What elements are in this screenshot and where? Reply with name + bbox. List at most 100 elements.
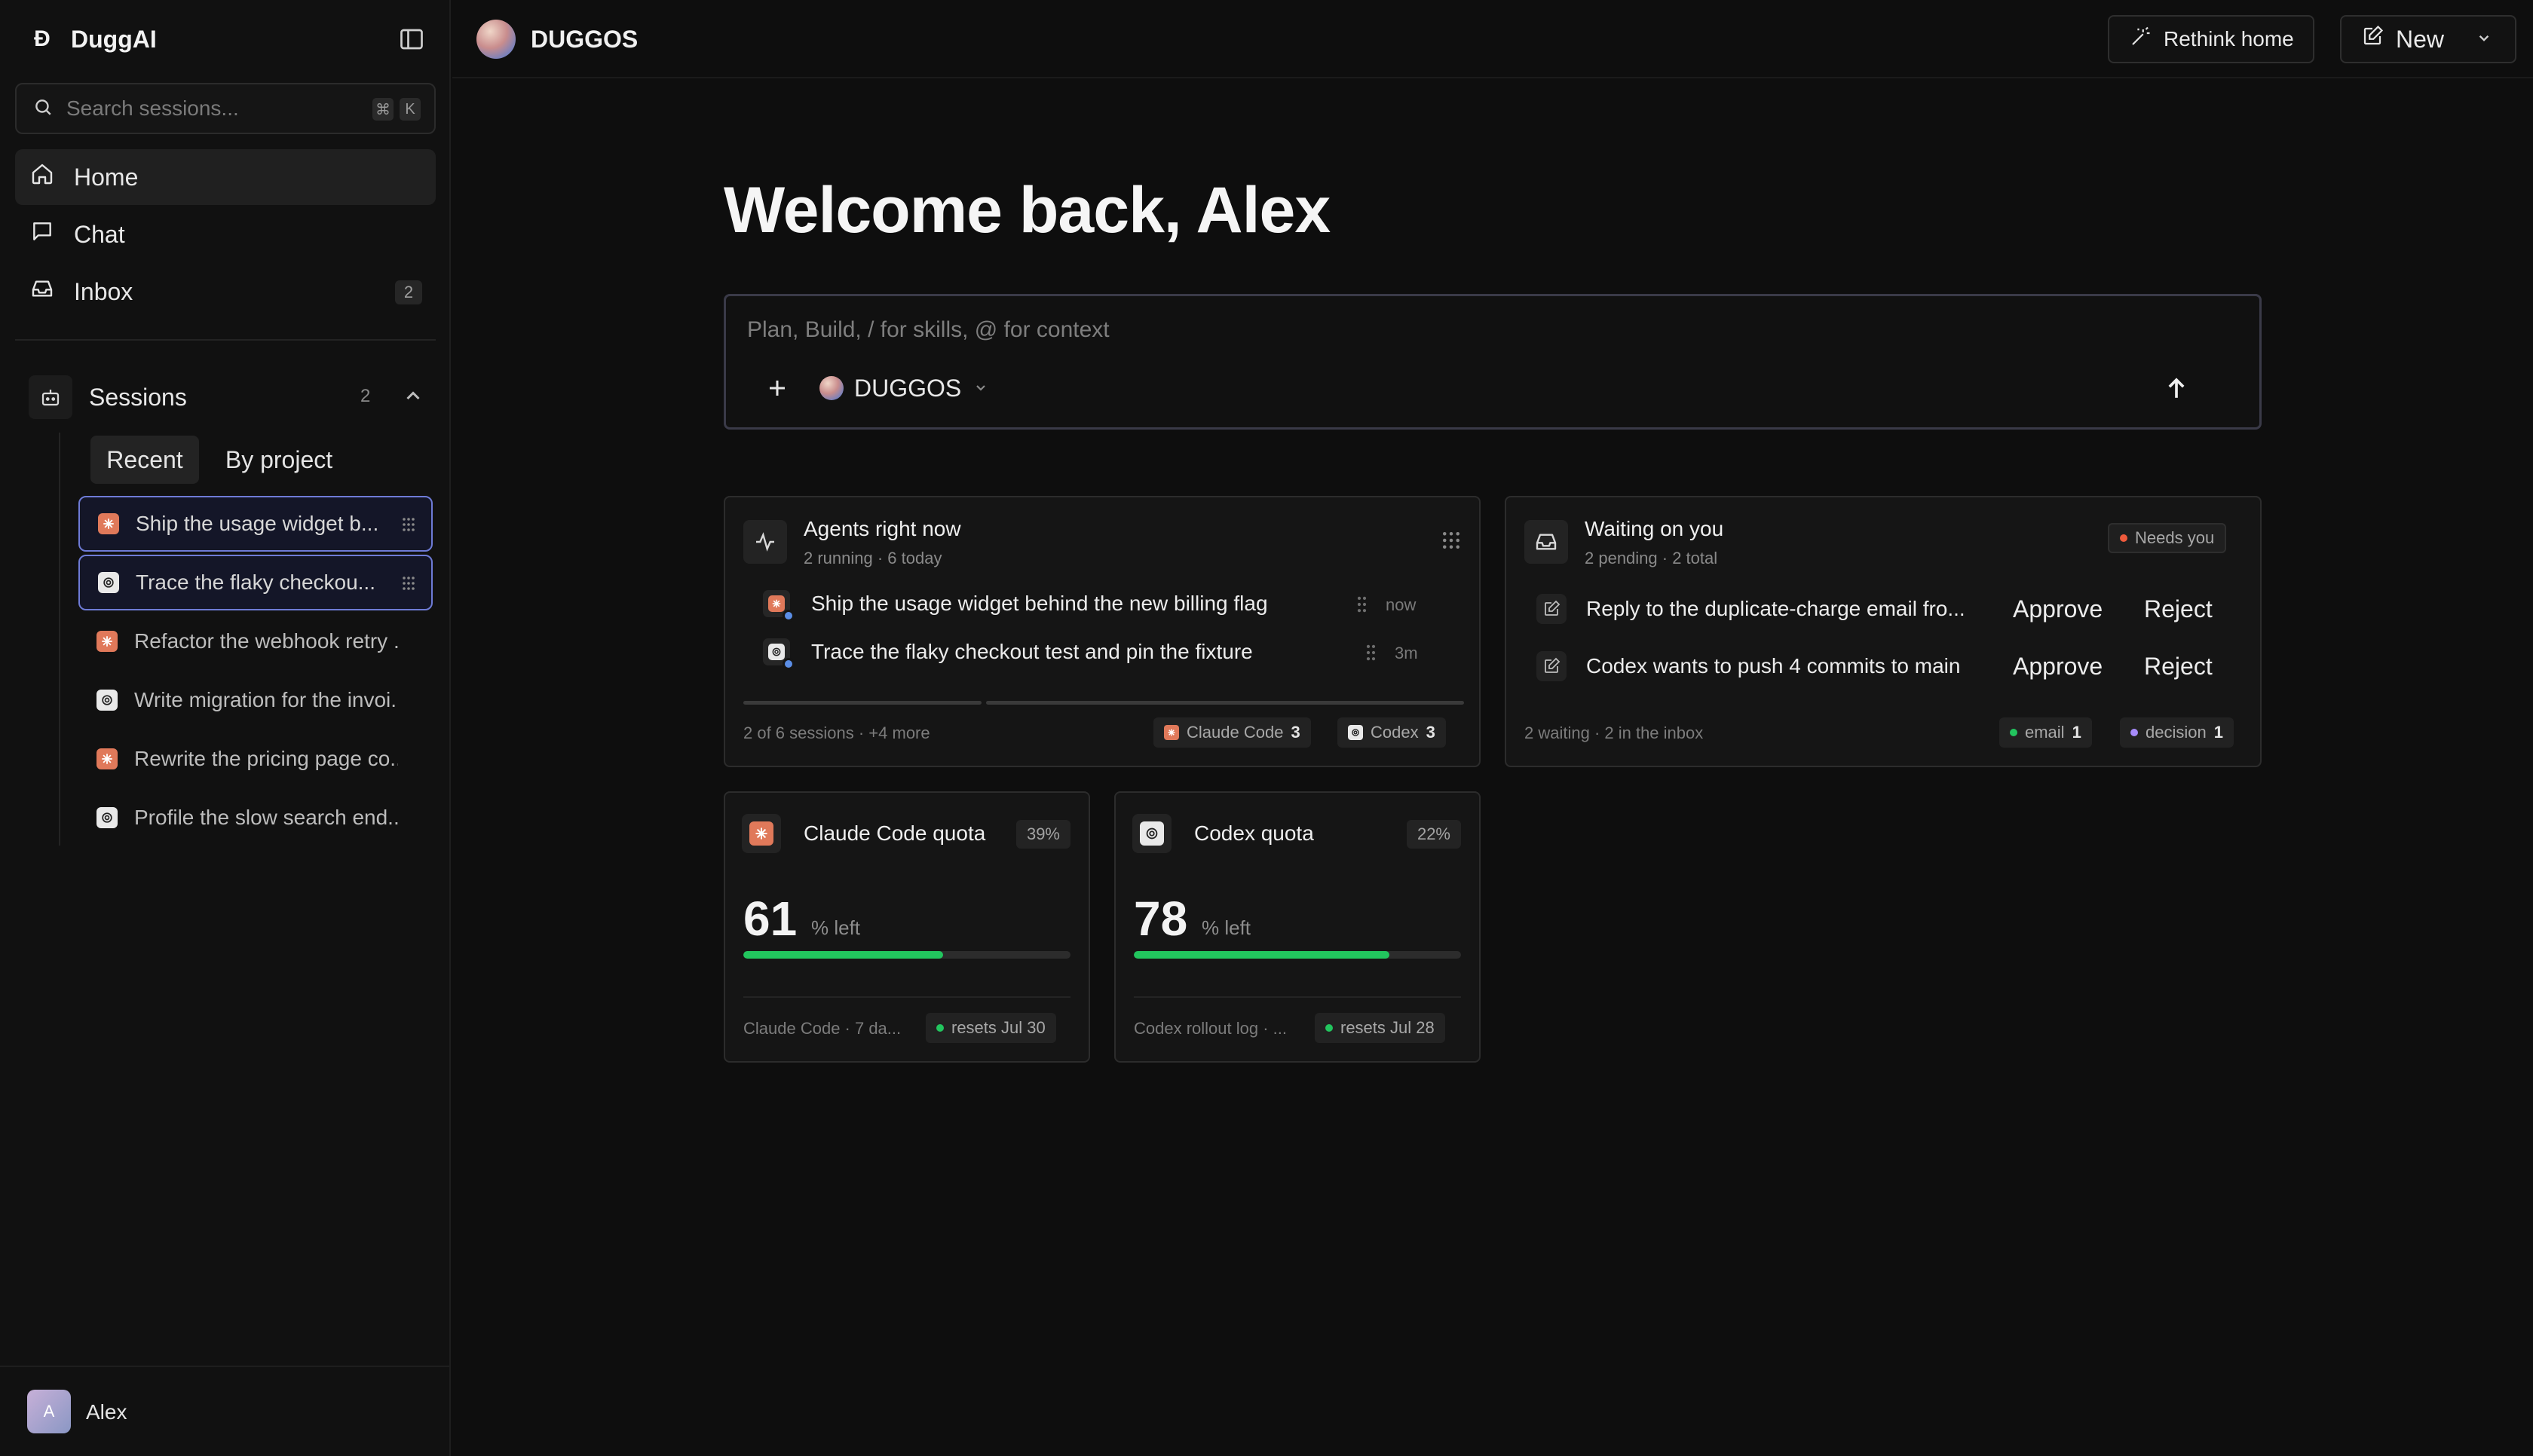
sessions-progress-segment: [743, 701, 982, 705]
approve-button[interactable]: Approve: [2013, 595, 2103, 623]
agent-time: now: [1386, 595, 1417, 614]
sessions-label: Sessions: [89, 383, 187, 411]
agent-row[interactable]: Ship the usage widget behind the new bil…: [763, 585, 1472, 622]
session-label: Profile the slow search end...: [134, 806, 398, 829]
chip-label: decision: [2146, 723, 2207, 742]
codex-quota-card: Codex quota 22% 78 % left Codex rollout …: [1114, 791, 1481, 1063]
reset-label: resets Jul 28: [1340, 1018, 1435, 1037]
running-status-dot: [783, 658, 795, 670]
nav-home[interactable]: Home: [15, 149, 436, 205]
composer[interactable]: DUGGOS: [724, 294, 2262, 430]
agents-footer: 2 of 6 sessions · +4 more: [743, 723, 930, 742]
quota-unit: % left: [1202, 916, 1251, 939]
claude-code-icon: [98, 513, 119, 534]
drag-handle-icon[interactable]: [400, 515, 418, 537]
reset-dot: [936, 1024, 944, 1032]
chevron-down-icon: [972, 375, 990, 402]
new-button[interactable]: New: [2340, 15, 2516, 63]
drag-handle-icon[interactable]: [1354, 594, 1375, 619]
workspace-avatar: [819, 376, 844, 400]
sidebar: Ɖ DuggAI ⌘ K Home Chat Inbox 2: [0, 0, 451, 1456]
quota-footer: Claude Code · 7 da...: [743, 1019, 902, 1038]
send-arrow-icon[interactable]: [2160, 372, 2193, 405]
claude-code-chip[interactable]: Claude Code 3: [1153, 717, 1311, 748]
alert-dot: [2120, 534, 2127, 542]
pending-item-text: Reply to the duplicate-charge email fro.…: [1586, 597, 1965, 620]
session-item[interactable]: Refactor the webhook retry ...: [78, 613, 433, 669]
session-item[interactable]: Write migration for the invoi...: [78, 672, 433, 728]
grid-handle-icon[interactable]: [1440, 529, 1463, 555]
topbar: DUGGOS Rethink home New: [452, 0, 2533, 78]
needs-you-badge: Needs you: [2108, 523, 2227, 553]
codex-icon: [1348, 725, 1363, 740]
session-item[interactable]: Profile the slow search end...: [78, 790, 433, 846]
session-label: Trace the flaky checkou...: [136, 570, 375, 594]
quota-left-value: 78: [1134, 892, 1188, 946]
brand[interactable]: Ɖ DuggAI: [30, 23, 157, 56]
sidebar-toggle-icon[interactable]: [398, 26, 425, 53]
rethink-home-button[interactable]: Rethink home: [2108, 15, 2314, 63]
claude-code-icon: [1164, 725, 1179, 740]
quota-title: Claude Code quota: [804, 821, 986, 845]
workspace-selector[interactable]: DUGGOS: [819, 373, 990, 403]
waiting-title: Waiting on you: [1585, 517, 1724, 540]
reject-button[interactable]: Reject: [2144, 595, 2213, 623]
quota-left-value: 61: [743, 892, 798, 946]
add-attachment-icon[interactable]: [762, 373, 792, 403]
codex-icon: [98, 572, 119, 593]
inbox-icon: [1524, 520, 1568, 564]
chevron-up-icon[interactable]: [400, 383, 427, 410]
workspace-avatar[interactable]: [476, 20, 516, 59]
quota-used-badge: 39%: [1015, 820, 1070, 849]
drag-handle-icon[interactable]: [1363, 642, 1384, 667]
tab-recent[interactable]: Recent: [90, 436, 199, 484]
session-label: Rewrite the pricing page co...: [134, 747, 398, 770]
search-icon: [33, 97, 53, 121]
session-item[interactable]: Trace the flaky checkou...: [78, 555, 433, 610]
approve-button[interactable]: Approve: [2013, 653, 2103, 681]
decision-dot: [2130, 729, 2138, 736]
reject-button[interactable]: Reject: [2144, 653, 2213, 681]
codex-icon: [1132, 814, 1172, 853]
inbox-count-badge: 2: [395, 280, 422, 304]
prompt-input[interactable]: [747, 317, 2179, 343]
avatar: A: [27, 1390, 71, 1433]
agent-task: Trace the flaky checkout test and pin th…: [811, 640, 1253, 663]
reset-label: resets Jul 30: [951, 1018, 1046, 1037]
workspace-name[interactable]: DUGGOS: [531, 26, 638, 54]
waiting-footer: 2 waiting · 2 in the inbox: [1524, 723, 1704, 742]
session-search[interactable]: ⌘ K: [15, 83, 436, 134]
email-chip[interactable]: email 1: [1999, 717, 2092, 748]
chevron-down-icon[interactable]: [2474, 26, 2494, 54]
workspace-selector-label: DUGGOS: [854, 374, 962, 402]
chip-count: 1: [2072, 723, 2081, 742]
edit-icon: [1536, 651, 1567, 681]
sessions-tree-line: [59, 433, 60, 846]
agent-row[interactable]: Trace the flaky checkout test and pin th…: [763, 633, 1472, 671]
decision-chip[interactable]: decision 1: [2120, 717, 2234, 748]
home-icon: [30, 162, 54, 192]
nav-chat[interactable]: Chat: [15, 206, 436, 262]
codex-chip[interactable]: Codex 3: [1337, 717, 1446, 748]
drag-handle-icon[interactable]: [400, 574, 418, 596]
email-dot: [2010, 729, 2017, 736]
sidebar-divider: [15, 339, 436, 341]
session-item[interactable]: Ship the usage widget b...: [78, 496, 433, 552]
tab-by-project[interactable]: By project: [211, 436, 347, 484]
quota-progress-fill: [743, 951, 943, 959]
session-item[interactable]: Rewrite the pricing page co...: [78, 731, 433, 787]
search-input[interactable]: [66, 96, 338, 121]
nav-inbox[interactable]: Inbox 2: [15, 264, 436, 320]
rethink-home-label: Rethink home: [2164, 27, 2294, 50]
claude-code-icon: [763, 590, 795, 622]
codex-icon: [763, 638, 795, 670]
waiting-card: Waiting on you 2 pending · 2 total Needs…: [1505, 496, 2262, 767]
quota-divider: [1134, 996, 1461, 998]
agents-subtitle: 2 running · 6 today: [804, 549, 942, 567]
reset-dot: [1325, 1024, 1333, 1032]
needs-you-label: Needs you: [2135, 528, 2215, 547]
user-menu[interactable]: A Alex: [0, 1366, 449, 1456]
sessions-header[interactable]: Sessions 2: [29, 372, 436, 422]
pending-item-text: Codex wants to push 4 commits to main: [1586, 654, 1961, 678]
claude-code-icon: [742, 814, 781, 853]
